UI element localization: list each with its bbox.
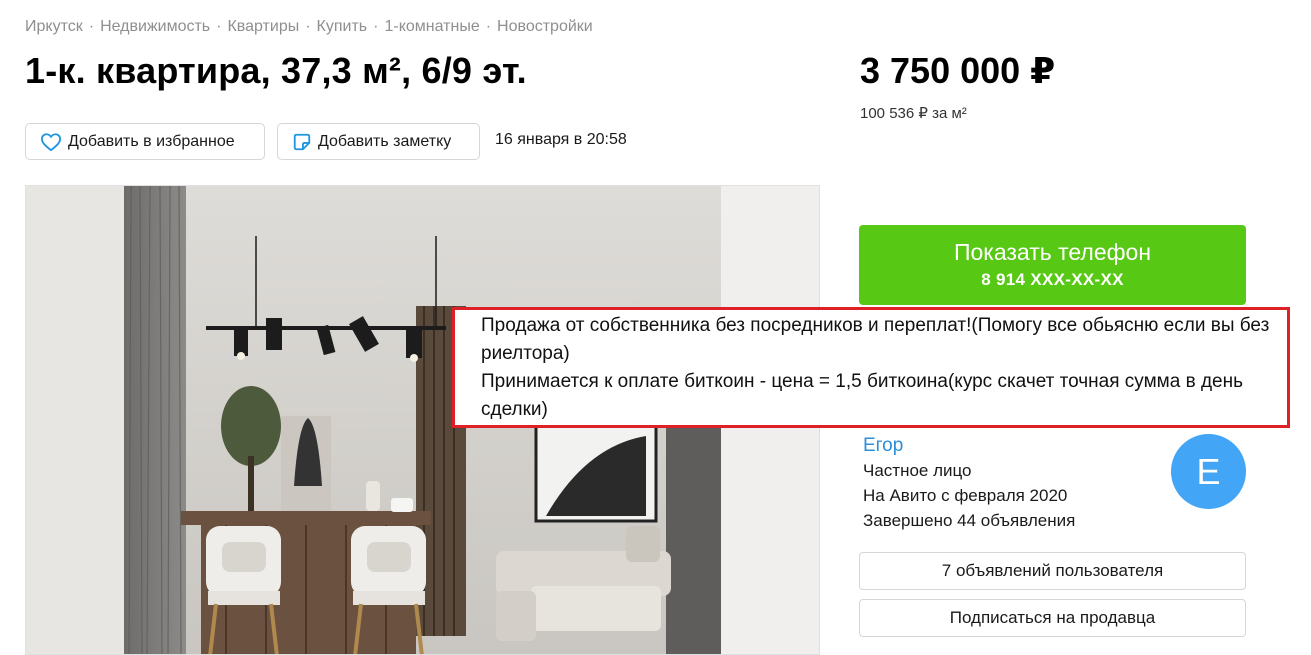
show-phone-label: Показать телефон	[953, 239, 1152, 265]
breadcrumb-separator: ·	[305, 18, 311, 35]
show-phone-button[interactable]: Показать телефон 8 914 XXX-XX-XX	[859, 225, 1246, 305]
description-line: Продажа от собственника без посредников …	[481, 315, 1270, 364]
breadcrumb-separator: ·	[485, 18, 492, 35]
breadcrumb-item-buy[interactable]: Купить	[317, 18, 368, 35]
breadcrumb: Иркутск · Недвижимость · Квартиры · Купить · 1-к…	[25, 18, 593, 36]
add-to-favorites-label: Добавить в избранное	[68, 132, 235, 150]
breadcrumb-item-realty[interactable]: Недвижимость	[100, 18, 210, 35]
breadcrumb-item-rooms[interactable]: 1-комнатные	[384, 18, 479, 35]
add-note-label: Добавить заметку	[318, 132, 452, 150]
breadcrumb-separator: ·	[373, 18, 379, 35]
seller-type: Частное лицо	[863, 461, 972, 480]
listing-date: 16 января в 20:58	[495, 131, 627, 148]
breadcrumb-item-apartments[interactable]: Квартиры	[227, 18, 299, 35]
description-line: Принимается к оплате биткоин - цена = 1,…	[481, 371, 1243, 420]
breadcrumb-item-newbuild[interactable]: Новостройки	[497, 18, 593, 35]
price: 3 750 000 ₽	[860, 50, 1056, 91]
seller-name-link[interactable]: Егор	[863, 435, 903, 457]
add-to-favorites-button[interactable]: Добавить в избранное	[25, 123, 265, 160]
add-note-button[interactable]: Добавить заметку	[277, 123, 480, 160]
subscribe-seller-button[interactable]: Подписаться на продавца	[859, 599, 1246, 637]
page-title: 1-к. квартира, 37,3 м², 6/9 эт.	[25, 50, 527, 91]
breadcrumb-item-city[interactable]: Иркутск	[25, 18, 83, 35]
avatar[interactable]: Е	[1171, 434, 1246, 509]
seller-since: На Авито с февраля 2020	[863, 486, 1068, 505]
breadcrumb-separator: ·	[216, 18, 222, 35]
note-icon	[293, 133, 311, 150]
seller-listings-button[interactable]: 7 объявлений пользователя	[859, 552, 1246, 590]
price-per-square-meter: 100 536 ₽ за м²	[860, 105, 967, 122]
seller-completed-count: Завершено 44 объявления	[863, 511, 1076, 530]
phone-number-masked: 8 914 XXX-XX-XX	[981, 270, 1124, 289]
heart-icon	[41, 132, 61, 151]
breadcrumb-separator: ·	[88, 18, 95, 35]
description-callout: Продажа от собственника без посредников …	[452, 307, 1290, 428]
